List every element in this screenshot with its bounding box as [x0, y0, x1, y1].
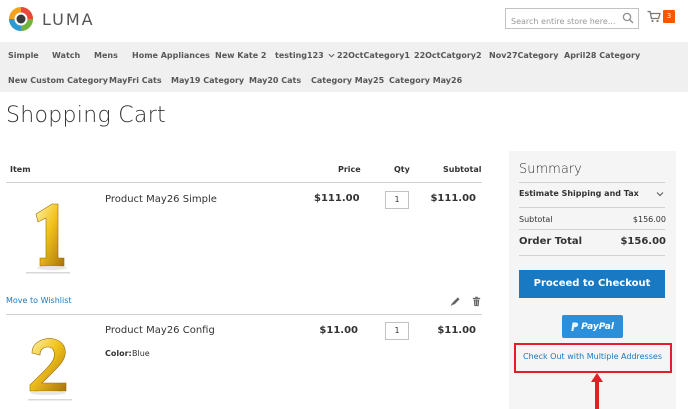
search-input[interactable] — [506, 12, 616, 31]
option-value-color: Blue — [132, 349, 150, 358]
divider — [6, 314, 482, 315]
qty-input-simple[interactable]: 1 — [385, 191, 409, 209]
product-subtotal-simple: $111.00 — [430, 193, 476, 204]
nav-item-new-kate-2[interactable]: New Kate 2 — [215, 51, 267, 60]
brand-name: LUMA — [42, 9, 95, 29]
nav-item-new-custom-category[interactable]: New Custom Category — [8, 76, 108, 85]
estimate-shipping-toggle[interactable]: Estimate Shipping and Tax — [519, 189, 639, 198]
order-total-value: $156.00 — [620, 236, 666, 247]
subtotal-label: Subtotal — [519, 215, 553, 224]
product-price-config: $11.00 — [319, 325, 358, 336]
qty-input-config[interactable]: 1 — [385, 322, 409, 340]
cart-icon[interactable] — [647, 10, 661, 23]
paypal-button[interactable]: PayPal — [562, 315, 623, 338]
product-image-config[interactable] — [22, 335, 80, 405]
column-header-qty: Qty — [394, 165, 410, 174]
summary-title: Summary — [519, 162, 582, 177]
annotation-highlight-box — [514, 343, 672, 373]
nav-item-april28-category[interactable]: April28 Category — [564, 51, 640, 60]
nav-item-watch[interactable]: Watch — [52, 51, 80, 60]
nav-item-testing123[interactable]: testing123 — [275, 51, 335, 60]
column-header-subtotal: Subtotal — [443, 165, 482, 174]
search-box — [505, 8, 639, 31]
paypal-label: PayPal — [581, 321, 614, 332]
move-to-wishlist-link[interactable]: Move to Wishlist — [6, 296, 72, 305]
nav-item-may19-category[interactable]: May19 Category — [171, 76, 244, 85]
divider — [519, 182, 665, 183]
nav-item-simple[interactable]: Simple — [8, 51, 39, 60]
nav-item-mens[interactable]: Mens — [94, 51, 118, 60]
nav-item-category-may25[interactable]: Category May25 — [311, 76, 384, 85]
page-header: LUMA 3 — [0, 0, 688, 42]
minicart[interactable]: 3 — [647, 10, 675, 23]
nav-item-22octcategory1[interactable]: 22OctCategory1 — [337, 51, 410, 60]
nav-item-category-may26[interactable]: Category May26 — [389, 76, 462, 85]
option-label-color: Color: — [105, 349, 132, 358]
product-price-simple: $111.00 — [314, 193, 360, 204]
divider — [519, 207, 665, 208]
proceed-to-checkout-button[interactable]: Proceed to Checkout — [519, 270, 665, 298]
product-subtotal-config: $11.00 — [437, 325, 476, 336]
category-nav: Simple Watch Mens Home Appliances New Ka… — [0, 42, 688, 92]
luma-logo-icon — [9, 7, 33, 31]
divider — [519, 255, 665, 256]
edit-icon[interactable] — [450, 296, 461, 307]
nav-item-22octcatgory2[interactable]: 22OctCatgory2 — [414, 51, 482, 60]
nav-item-label: testing123 — [275, 51, 324, 60]
product-image-simple[interactable] — [18, 196, 78, 278]
product-name-config[interactable]: Product May26 Config — [105, 325, 215, 336]
trash-icon[interactable] — [471, 296, 482, 307]
chevron-down-icon[interactable] — [656, 190, 664, 198]
column-header-item: Item — [10, 165, 31, 174]
product-name-simple[interactable]: Product May26 Simple — [105, 194, 217, 205]
chevron-down-icon — [328, 53, 335, 58]
order-total-label: Order Total — [519, 236, 583, 247]
page-title: Shopping Cart — [6, 103, 166, 128]
divider — [519, 229, 665, 230]
column-header-price: Price — [338, 165, 361, 174]
cart-count-badge: 3 — [663, 10, 675, 23]
nav-item-may20-cats[interactable]: May20 Cats — [249, 76, 301, 85]
annotation-arrow-icon — [591, 373, 603, 409]
search-icon[interactable] — [622, 12, 634, 24]
divider — [6, 182, 482, 183]
subtotal-value: $156.00 — [632, 215, 666, 224]
logo[interactable]: LUMA — [8, 6, 95, 32]
paypal-icon — [571, 322, 579, 331]
nav-item-nov27category[interactable]: Nov27Category — [489, 51, 558, 60]
nav-item-mayfri-cats[interactable]: MayFri Cats — [109, 76, 162, 85]
nav-item-home-appliances[interactable]: Home Appliances — [132, 51, 210, 60]
